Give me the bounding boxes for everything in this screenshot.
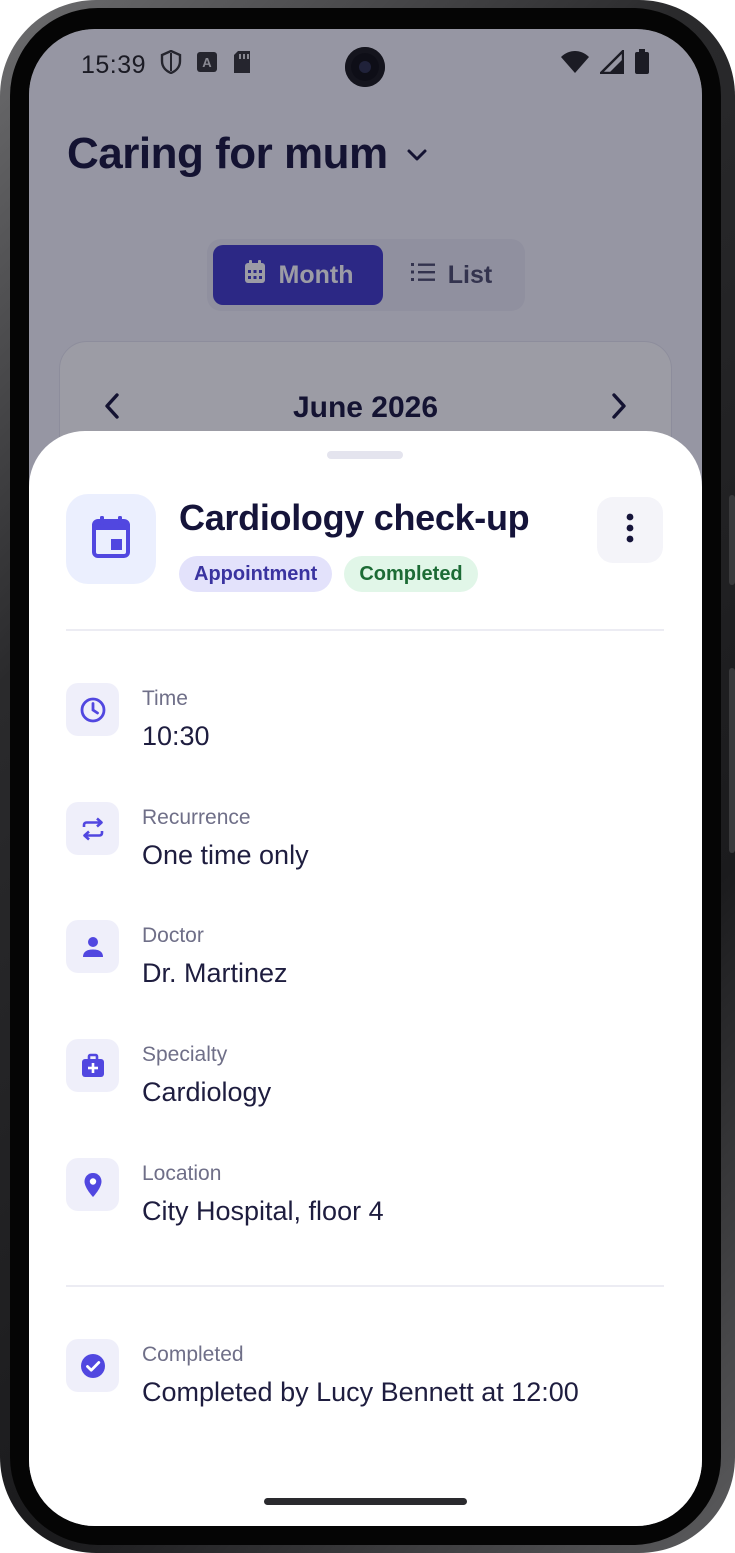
detail-label: Location [142,1162,222,1185]
detail-label: Completed [142,1343,244,1366]
status-badge: Completed [344,556,478,592]
detail-row-doctor: Doctor Dr. Martinez [66,920,666,1010]
detail-label: Recurrence [142,806,251,829]
screen: 15:39 A Caring for mum Month List June 2… [29,29,702,1526]
person-icon [66,920,119,973]
detail-value: Cardiology [142,1077,272,1107]
more-vert-icon [625,513,635,548]
divider [66,629,664,631]
detail-value: Dr. Martinez [142,958,288,988]
power-button [729,495,735,585]
detail-label: Specialty [142,1043,228,1066]
drag-handle[interactable] [327,451,403,459]
clock-icon [66,683,119,736]
detail-row-recurrence: Recurrence One time only [66,802,666,892]
event-type-chip: Appointment [179,556,333,592]
repeat-icon [66,802,119,855]
detail-value: 10:30 [142,721,210,751]
detail-row-time: Time 10:30 [66,683,666,773]
medical-bag-icon [66,1039,119,1092]
detail-label: Doctor [142,924,204,947]
calendar-icon [91,515,131,564]
detail-value: One time only [142,840,309,870]
check-circle-icon [66,1339,119,1392]
home-indicator[interactable] [264,1498,467,1505]
event-chips: Appointment Completed [179,556,478,592]
event-detail-sheet: Cardiology check-up Appointment Complete… [29,431,702,1526]
detail-row-specialty: Specialty Cardiology [66,1039,666,1129]
volume-button [729,668,735,853]
detail-row-location: Location City Hospital, floor 4 [66,1158,666,1248]
divider [66,1285,664,1287]
more-options-button[interactable] [597,497,663,563]
event-type-icon-box [66,494,156,584]
detail-value: City Hospital, floor 4 [142,1196,384,1226]
detail-row-completion: Completed Completed by Lucy Bennett at 1… [66,1339,666,1429]
event-title: Cardiology check-up [179,497,530,538]
detail-label: Time [142,687,188,710]
detail-value: Completed by Lucy Bennett at 12:00 [142,1377,579,1407]
location-pin-icon [66,1158,119,1211]
